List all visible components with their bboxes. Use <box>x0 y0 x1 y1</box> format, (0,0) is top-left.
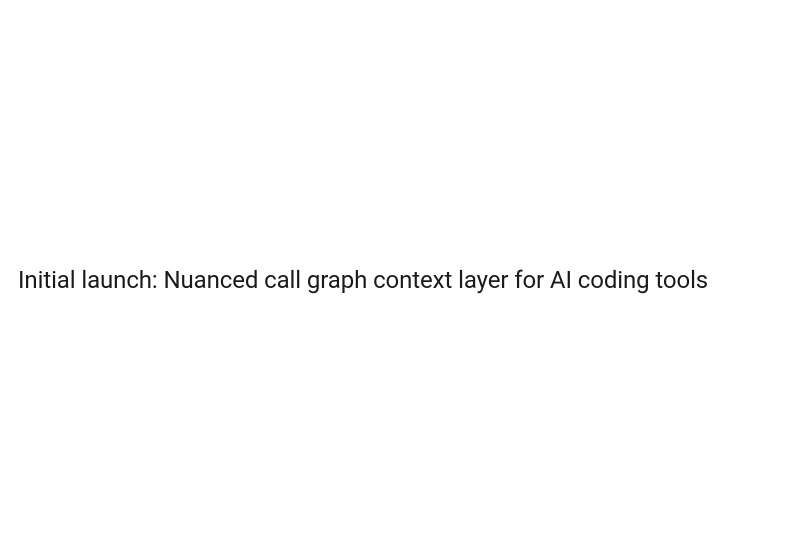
page-container: Initial launch: Nuanced call graph conte… <box>0 0 800 560</box>
page-headline: Initial launch: Nuanced call graph conte… <box>18 265 708 296</box>
